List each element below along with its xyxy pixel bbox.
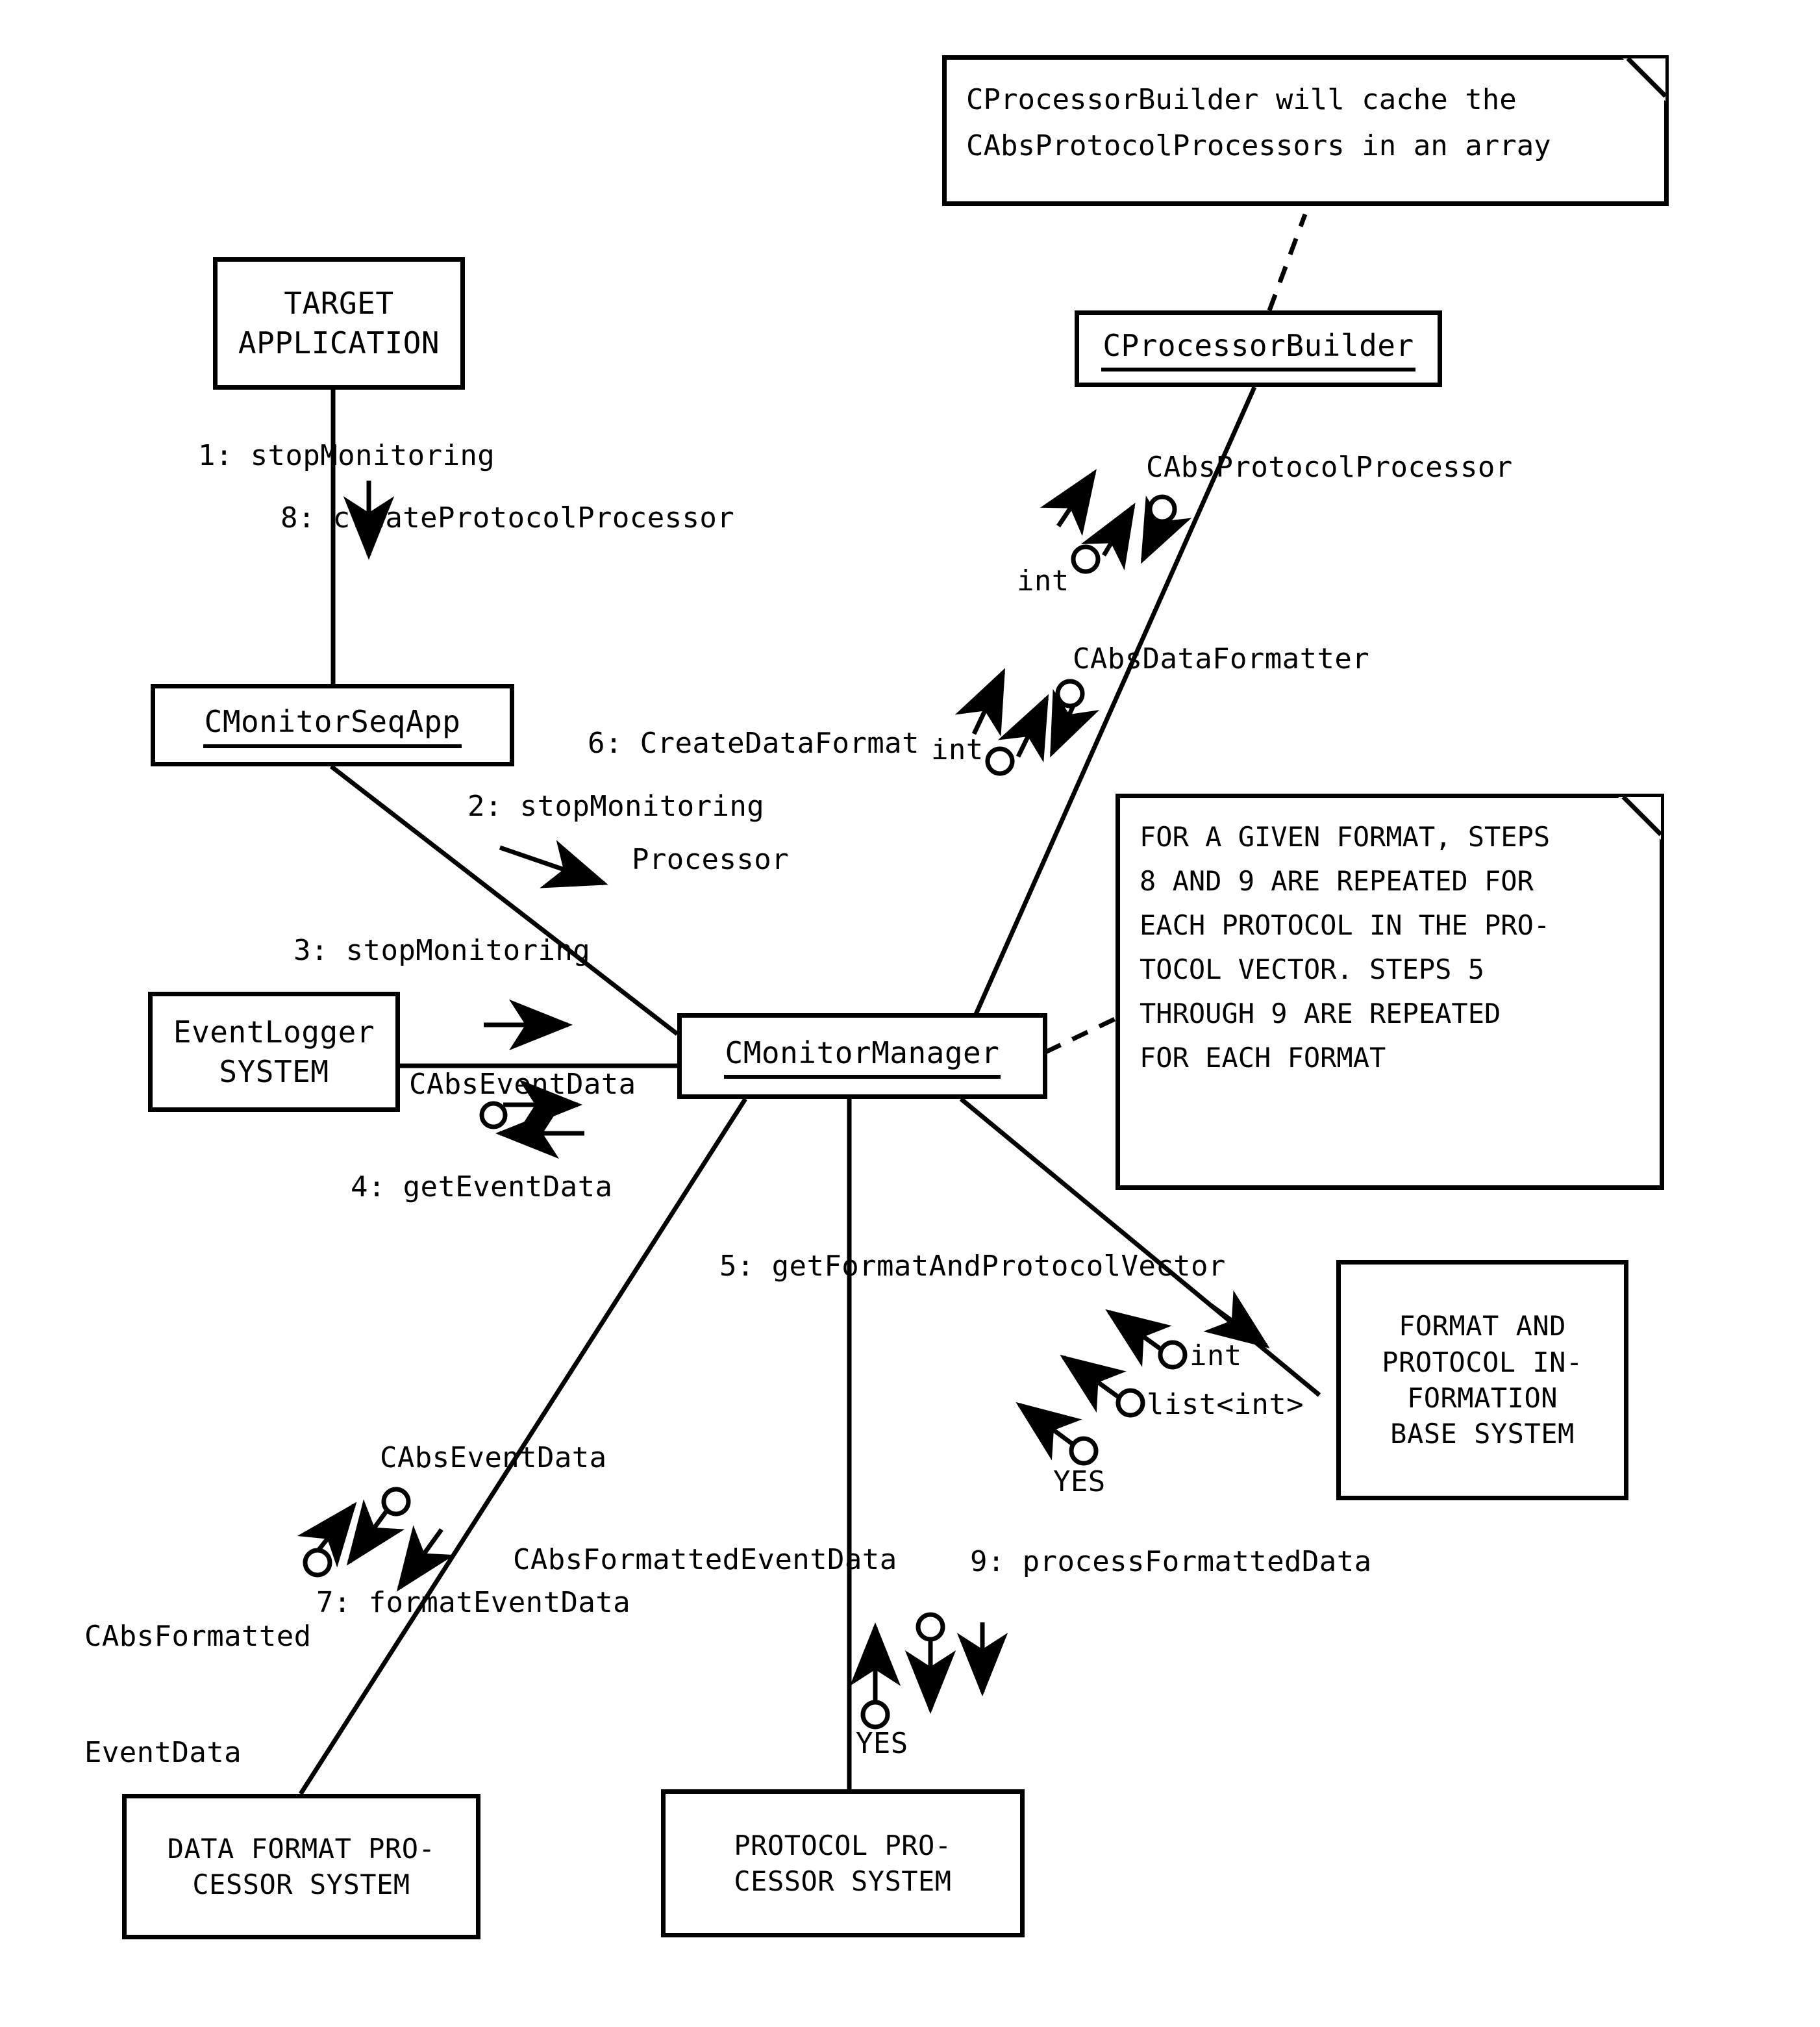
param-label-yes-step9: YES [856,1727,908,1760]
object-eventlogger-system[interactable]: EventLogger SYSTEM [148,992,400,1112]
note-line: CProcessorBuilder will cache the [966,83,1517,116]
note-line: FOR EACH FORMAT [1140,1042,1386,1074]
param-label-cabs-data-formatter: CAbsDataFormatter [1073,642,1370,675]
object-label-line: SYSTEM [219,1053,329,1089]
object-label-line: CESSOR SYSTEM [734,1865,952,1897]
param-label-line1: CAbsFormatted [84,1619,312,1653]
object-label-line: CESSOR SYSTEM [192,1869,410,1900]
object-label-line: PROTOCOL IN- [1382,1346,1583,1378]
param-label-line2: EventData [84,1736,242,1770]
note-line: EACH PROTOCOL IN THE PRO- [1140,909,1551,942]
param-label-int-step8: int [1017,564,1069,598]
param-label-int-step6: int [931,733,984,766]
object-label-line: EventLogger [173,1014,375,1050]
object-format-protocol-information-base-system[interactable]: FORMAT AND PROTOCOL IN- FORMATION BASE S… [1336,1260,1628,1500]
message-label-6: 6: CreateDataFormat Processor [588,646,919,957]
message-label-6-line2: Processor [632,843,790,877]
message-label-8: 8: createProtocolProcessor [280,501,735,535]
param-label-cabs-event-data-upper: CAbsEventData [409,1068,636,1101]
note-processor-builder-cache: CProcessorBuilder will cache the CAbsPro… [942,55,1669,206]
param-label-int-step5: int [1190,1339,1242,1372]
message-label-1: 1: stopMonitoring [198,439,495,472]
object-label-line: PROTOCOL PRO- [734,1829,952,1861]
note-line: 8 AND 9 ARE REPEATED FOR [1140,865,1534,898]
object-target-application[interactable]: TARGET APPLICATION [213,257,465,390]
message-label-5: 5: getFormatAndProtocolVector [719,1250,1226,1283]
note-dogear-icon [1618,797,1661,840]
diagram-canvas: CProcessorBuilder will cache the CAbsPro… [0,0,1820,2027]
object-label-line: FORMAT AND [1399,1310,1566,1342]
object-cprocessorbuilder[interactable]: CProcessorBuilder [1075,310,1442,387]
object-cmonitormanager[interactable]: CMonitorManager [677,1013,1047,1099]
object-label-line: BASE SYSTEM [1390,1418,1575,1450]
param-label-list-int-step5: list<int> [1147,1388,1304,1421]
object-protocol-processor-system[interactable]: PROTOCOL PRO- CESSOR SYSTEM [661,1789,1025,1937]
object-label-line: TARGET [284,286,394,321]
note-dogear-icon [1623,58,1665,101]
object-name: CMonitorSeqApp [203,702,462,748]
object-name: CMonitorManager [723,1033,1001,1079]
message-label-3: 3: stopMonitoring [293,934,591,967]
param-label-cabs-protocol-processor: CAbsProtocolProcessor [1146,451,1513,484]
object-name: CProcessorBuilder [1101,326,1415,372]
message-label-6-line1: 6: CreateDataFormat [588,726,919,760]
note-line: FOR A GIVEN FORMAT, STEPS [1140,821,1551,853]
message-label-7: 7: formatEventData [316,1586,631,1619]
note-line: THROUGH 9 ARE REPEATED [1140,998,1501,1030]
object-label-line: APPLICATION [238,325,440,360]
param-label-cabs-formatted-event-data-stacked: CAbsFormatted EventData [84,1539,312,1850]
object-cmonitorseqapp[interactable]: CMonitorSeqApp [151,684,514,766]
message-label-9: 9: processFormattedData [970,1545,1372,1578]
object-label-line: FORMATION [1406,1382,1558,1414]
message-label-4: 4: getEventData [351,1170,613,1203]
param-label-cabs-formatted-event-data: CAbsFormattedEventData [513,1543,897,1576]
note-repeat-rules: FOR A GIVEN FORMAT, STEPS 8 AND 9 ARE RE… [1116,794,1664,1190]
note-line: TOCOL VECTOR. STEPS 5 [1140,953,1485,986]
param-label-cabs-event-data-lower: CAbsEventData [380,1441,607,1474]
note-line: CAbsProtocolProcessors in an array [966,129,1551,163]
param-label-yes-step5: YES [1053,1465,1106,1498]
